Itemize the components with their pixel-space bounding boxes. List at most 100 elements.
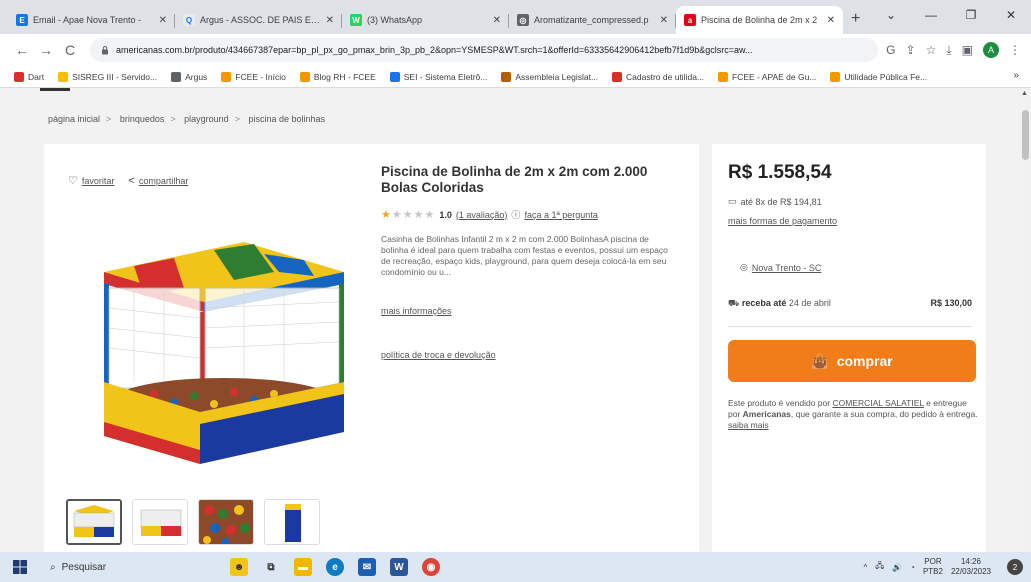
chrome-icon[interactable]: ◉: [422, 558, 440, 576]
bookmark-item[interactable]: SEI - Sistema Eletrô...: [389, 71, 487, 82]
reviews-link[interactable]: (1 avaliação): [456, 210, 508, 220]
star-empty-icon: ★: [391, 209, 403, 221]
payment-options-link[interactable]: mais formas de pagamento: [728, 216, 837, 226]
buy-button[interactable]: 👜 comprar: [728, 340, 976, 382]
file-explorer-icon[interactable]: ▬: [294, 558, 312, 576]
bookmark-star-icon[interactable]: ☆: [926, 43, 937, 57]
search-icon: ⌕: [50, 561, 56, 573]
taskbar-search[interactable]: ⌕ Pesquisar: [40, 552, 210, 582]
page-content: página inicial > brinquedos > playground > …: [0, 88, 1031, 552]
seller-link[interactable]: COMERCIAL SALATIEL: [832, 398, 923, 408]
page-scrollbar[interactable]: ▲: [1019, 88, 1031, 552]
breadcrumb-brinquedos[interactable]: brinquedos: [120, 114, 165, 124]
bookmark-favicon-icon: [389, 71, 400, 82]
menu-icon[interactable]: ⋮: [1009, 43, 1021, 57]
bookmark-item[interactable]: FCEE - Início: [221, 71, 286, 82]
bookmark-item[interactable]: Argus: [171, 71, 207, 82]
tab-piscina[interactable]: a Piscina de Bolinha de 2m x 2 ✕: [676, 6, 843, 34]
word-icon[interactable]: W: [390, 558, 408, 576]
divider: [728, 326, 972, 327]
profile-avatar[interactable]: A: [983, 42, 999, 58]
lang-code: POR: [924, 557, 942, 566]
bookmark-item[interactable]: Cadastro de utilida...: [612, 71, 704, 82]
breadcrumb-current[interactable]: piscina de bolinhas: [248, 114, 325, 124]
product-image[interactable]: [64, 232, 354, 472]
wifi-icon[interactable]: ◔: [910, 563, 915, 572]
more-info-link[interactable]: mais informações: [381, 306, 452, 316]
thumbnail-1[interactable]: [66, 499, 122, 545]
learn-more-link[interactable]: saiba mais: [728, 420, 769, 430]
reload-icon[interactable]: C: [58, 42, 82, 58]
thumbnail-2[interactable]: [132, 499, 188, 545]
download-icon[interactable]: ⤓: [946, 43, 951, 58]
network-icon[interactable]: 🖧: [875, 560, 884, 574]
bookmark-label: Assembleia Legislat...: [515, 71, 599, 82]
mail-icon[interactable]: ✉: [358, 558, 376, 576]
seller-info: Este produto é vendido por COMERCIAL SAL…: [728, 398, 978, 431]
tab-search-icon[interactable]: ⌄: [871, 8, 911, 22]
tab-argus[interactable]: Q Argus - ASSOC. DE PAIS E AM ✕: [175, 6, 342, 34]
share-button[interactable]: < compartilhar: [128, 175, 188, 187]
delivery-location[interactable]: ◎ Nova Trento - SC: [740, 262, 821, 273]
start-button[interactable]: [0, 560, 40, 574]
bookmark-label: FCEE - APAE de Gu...: [732, 71, 817, 82]
language-indicator[interactable]: POR PTB2: [923, 557, 943, 577]
bookmark-item[interactable]: Utilidade Pública Fe...: [830, 71, 927, 82]
close-tab-icon[interactable]: ✕: [159, 15, 167, 26]
breadcrumb-separator: >: [234, 114, 240, 124]
close-tab-icon[interactable]: ✕: [493, 15, 501, 26]
tab-title: Email - Apae Nova Trento -: [33, 15, 142, 25]
side-panel-icon[interactable]: ▣: [962, 43, 973, 57]
seller-suffix: , que garante a sua compra, do pedido à …: [790, 409, 978, 419]
tray-expand-icon[interactable]: ^: [863, 563, 867, 572]
tab-email[interactable]: E Email - Apae Nova Trento - ✕: [8, 6, 175, 34]
restore-icon[interactable]: ❐: [951, 8, 991, 22]
tab-title: Aromatizante_compressed.p: [534, 15, 649, 25]
share-link[interactable]: compartilhar: [139, 176, 189, 186]
bookmark-label: Dart: [28, 71, 45, 82]
bookmark-label: FCEE - Início: [235, 71, 286, 82]
close-tab-icon[interactable]: ✕: [660, 15, 668, 26]
thumbnail-4[interactable]: [264, 499, 320, 545]
ask-question-link[interactable]: faça a 1ª pergunta: [524, 210, 597, 220]
minimize-icon[interactable]: —: [911, 8, 951, 22]
bookmark-item[interactable]: Assembleia Legislat...: [501, 71, 599, 82]
favorite-button[interactable]: ♡ favoritar: [68, 174, 114, 187]
buy-box: R$ 1.558,54 ▭ até 8x de R$ 194,81 mais f…: [712, 144, 986, 552]
bookmark-item[interactable]: SISREG III - Servido...: [58, 71, 157, 82]
close-tab-icon[interactable]: ✕: [326, 15, 334, 26]
address-bar[interactable]: americanas.com.br/produto/434667387epar=…: [90, 38, 879, 62]
location-link[interactable]: Nova Trento - SC: [752, 263, 822, 273]
share-icon: <: [128, 174, 135, 187]
bookmark-label: Blog RH - FCEE: [313, 71, 376, 82]
volume-icon[interactable]: 🔊: [892, 563, 902, 572]
bookmark-item[interactable]: FCEE - APAE de Gu...: [718, 71, 817, 82]
favorite-link[interactable]: favoritar: [82, 176, 115, 186]
tab-aromatizante[interactable]: ◎ Aromatizante_compressed.p ✕: [509, 6, 676, 34]
thumbnail-3[interactable]: [198, 499, 254, 545]
scrollbar-thumb[interactable]: [1022, 110, 1029, 160]
thumbnail-strip: [66, 499, 320, 545]
bookmark-item[interactable]: Blog RH - FCEE: [299, 71, 376, 82]
close-window-icon[interactable]: ✕: [991, 8, 1031, 22]
tab-whatsapp[interactable]: W (3) WhatsApp ✕: [342, 6, 509, 34]
scroll-up-icon[interactable]: ▲: [1021, 90, 1028, 97]
bookmark-item[interactable]: Dart: [14, 71, 45, 82]
bookmark-favicon-icon: [718, 71, 729, 82]
clock[interactable]: 14:26 22/03/2023: [951, 557, 991, 577]
google-lens-icon[interactable]: G: [886, 43, 895, 57]
close-tab-icon[interactable]: ✕: [827, 15, 835, 26]
notification-badge[interactable]: 2: [1007, 559, 1023, 575]
system-tray: ^ 🖧 🔊 ◔ POR PTB2 14:26 22/03/2023: [863, 552, 991, 582]
edge-icon[interactable]: e: [326, 558, 344, 576]
back-icon[interactable]: ←: [10, 42, 34, 58]
more-bookmarks-icon[interactable]: »: [1013, 70, 1019, 81]
people-icon[interactable]: ☻: [230, 558, 248, 576]
new-tab-button[interactable]: +: [851, 6, 860, 34]
forward-icon[interactable]: →: [34, 42, 58, 58]
return-policy-link[interactable]: política de troca e devolução: [381, 350, 496, 360]
breadcrumb-home[interactable]: página inicial: [48, 114, 100, 124]
task-view-icon[interactable]: ⧉: [262, 558, 280, 576]
breadcrumb-playground[interactable]: playground: [184, 114, 229, 124]
share-page-icon[interactable]: ⇪: [906, 43, 916, 57]
